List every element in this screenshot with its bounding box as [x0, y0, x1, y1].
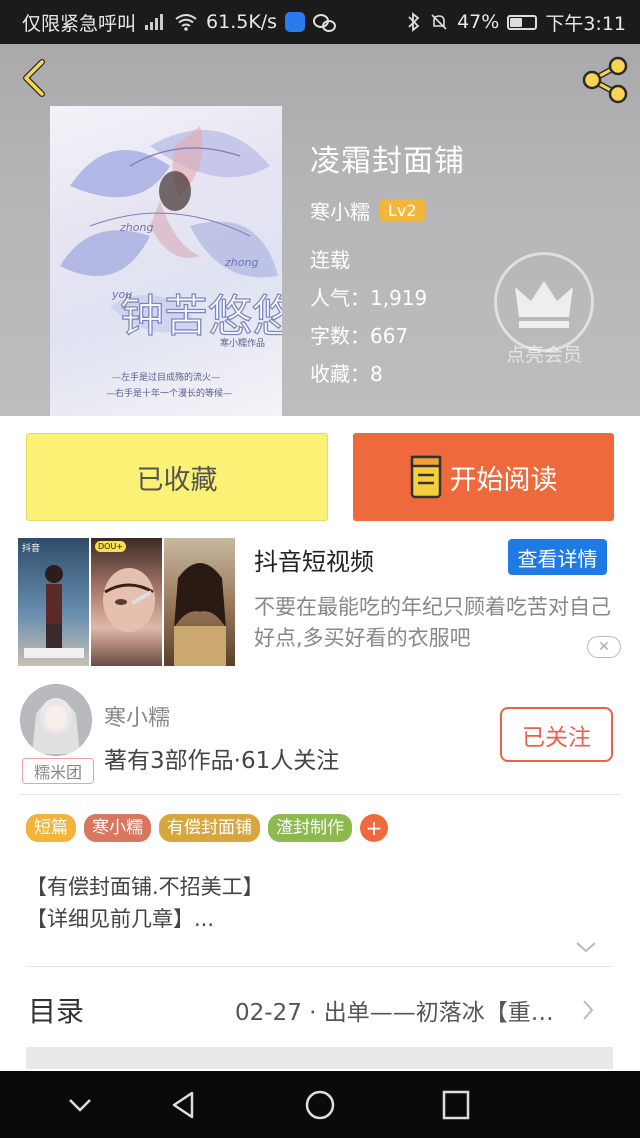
battery-percent: 47% — [457, 11, 500, 33]
book-word-count: 字数：667 — [310, 324, 409, 348]
ad-thumbnails[interactable]: 抖音 DOU+ — [18, 538, 235, 666]
back-triangle-icon — [172, 1091, 194, 1119]
expand-intro-button[interactable] — [574, 939, 598, 955]
book-header: zhong zhong 钟苦悠悠 you 寒小糯作品 —左手是过目成殇的流火— … — [0, 44, 640, 416]
tag-chip[interactable]: 有偿封面铺 — [159, 814, 260, 842]
back-button[interactable] — [14, 56, 54, 100]
signal-icon — [145, 14, 164, 30]
bluetooth-icon — [408, 12, 420, 32]
ad-title[interactable]: 抖音短视频 — [254, 542, 374, 577]
divider — [20, 794, 620, 795]
system-nav-bar — [0, 1071, 640, 1138]
crown-icon — [515, 281, 573, 328]
add-tag-button[interactable]: + — [360, 814, 388, 842]
cover-subtitle-1: —左手是过目成殇的流火— — [112, 371, 220, 383]
cover-art-title: 钟苦悠悠 — [120, 292, 282, 341]
latest-chapter[interactable]: 02-27 · 出单——初落冰【重… — [235, 993, 570, 1027]
cover-pinyin: zhong — [119, 221, 153, 234]
dou-plus-tag: DOU+ — [95, 541, 127, 552]
status-bar: 仅限紧急呼叫 61.5K/s 47% 下午3:11 — [0, 0, 640, 44]
security-shield-icon — [285, 12, 306, 32]
mute-bell-icon — [431, 14, 447, 30]
start-reading-label: 开始阅读 — [449, 464, 558, 496]
nav-home-button[interactable] — [302, 1089, 338, 1121]
book-title: 凌霜封面铺 — [310, 144, 465, 179]
share-icon — [582, 56, 628, 104]
ad-detail-button[interactable]: 查看详情 — [508, 539, 607, 575]
recents-square-icon — [442, 1090, 470, 1120]
cover-author-stamp: 寒小糯作品 — [220, 337, 265, 349]
author-name[interactable]: 寒小糯 — [104, 700, 170, 732]
battery-icon — [507, 14, 538, 30]
start-reading-button[interactable]: 开始阅读 — [353, 433, 614, 521]
network-speed: 61.5K/s — [206, 11, 278, 33]
chevron-down-icon — [576, 942, 596, 953]
book-intro: 【有偿封面铺.不招美工】 【详细见前几章】... — [26, 871, 264, 935]
wifi-icon — [175, 14, 197, 31]
carrier-text: 仅限紧急呼叫 — [22, 12, 137, 35]
book-author-name[interactable]: 寒小糯 — [310, 196, 370, 225]
intro-line-1: 【有偿封面铺.不招美工】 — [26, 875, 264, 899]
book-cover[interactable]: zhong zhong 钟苦悠悠 you 寒小糯作品 —左手是过目成殇的流火— … — [50, 106, 282, 416]
home-circle-icon — [305, 1090, 335, 1120]
nav-back-button[interactable] — [166, 1089, 202, 1121]
book-status: 连载 — [310, 248, 350, 272]
chevron-right-icon — [580, 998, 596, 1022]
book-popularity: 人气：1,919 — [310, 286, 428, 310]
ad-thumb-3 — [164, 538, 235, 666]
ad-close-button[interactable]: ✕ — [587, 636, 621, 658]
section-separator — [26, 1047, 613, 1069]
share-button[interactable] — [578, 54, 632, 106]
cover-artwork: zhong zhong 钟苦悠悠 you 寒小糯作品 —左手是过目成殇的流火— … — [60, 126, 282, 399]
intro-line-2: 【详细见前几章】... — [26, 907, 215, 931]
tag-chip[interactable]: 寒小糯 — [84, 814, 151, 842]
tag-chip[interactable]: 短篇 — [26, 814, 76, 842]
author-stats: 著有3部作品·61人关注 — [104, 748, 340, 774]
ad-thumb-1: 抖音 — [18, 538, 89, 666]
book-favorites: 收藏：8 — [310, 362, 383, 386]
tag-list: 短篇 寒小糯 有偿封面铺 渣封制作 + — [26, 814, 388, 842]
tag-chip[interactable]: 渣封制作 — [268, 814, 352, 842]
wechat-icon — [313, 13, 337, 32]
nav-hide-button[interactable] — [62, 1089, 98, 1121]
clock: 下午3:11 — [545, 12, 626, 35]
level-badge: Lv2 — [380, 199, 425, 222]
author-avatar[interactable] — [20, 684, 92, 756]
nav-recents-button[interactable] — [438, 1089, 474, 1121]
cover-subtitle-2: —右手是十年一个漫长的等候— — [106, 387, 232, 399]
cover-pinyin-3: you — [111, 288, 132, 301]
book-author-row: 寒小糯 Lv2 — [310, 196, 425, 225]
vip-label: 点亮会员 — [505, 344, 582, 366]
divider — [26, 966, 613, 967]
back-arrow-icon — [23, 59, 45, 97]
vip-circle — [494, 252, 594, 352]
book-icon — [410, 455, 442, 499]
close-icon: ✕ — [598, 639, 610, 655]
vip-button[interactable]: 点亮会员 — [492, 252, 596, 367]
fan-group-badge[interactable]: 糯米团 — [22, 758, 94, 784]
favorited-button[interactable]: 已收藏 — [26, 433, 328, 521]
catalog-label: 目录 — [28, 995, 85, 1028]
battery-level — [510, 17, 523, 27]
ad-thumb-2: DOU+ — [91, 538, 162, 666]
follow-button[interactable]: 已关注 — [500, 707, 613, 762]
chevron-down-icon — [69, 1099, 91, 1112]
tiktok-logo: 抖音 — [22, 544, 41, 554]
ad-description: 不要在最能吃的年纪只顾着吃苦对自己好点,多买好看的衣服吧 — [254, 595, 611, 650]
cover-pinyin-2: zhong — [224, 256, 258, 269]
